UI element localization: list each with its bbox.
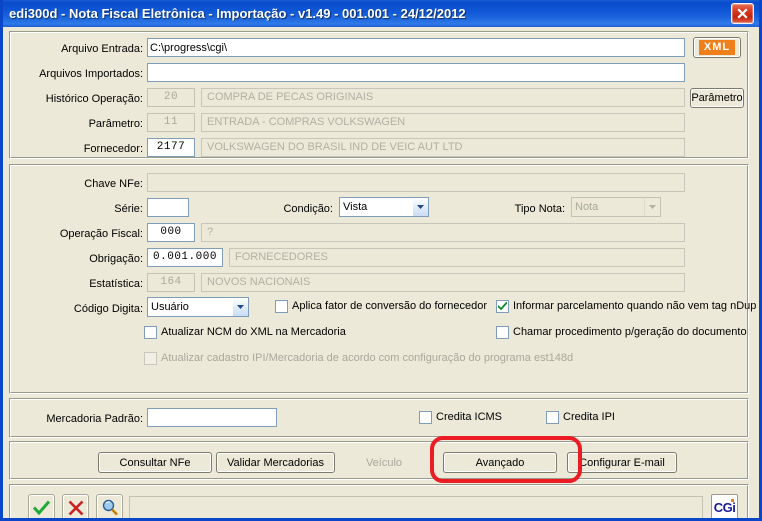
chevron-down-icon[interactable] [232, 298, 248, 316]
select-tipo-nota: Nota [571, 197, 661, 217]
checkbox-box[interactable] [496, 326, 509, 339]
parametro-button[interactable]: Parâmetro [690, 88, 744, 108]
label-chave-nfe: Chave NFe: [84, 178, 143, 190]
checkbox-chamar-procedimento[interactable]: Chamar procedimento p/geração do documen… [496, 326, 747, 339]
input-chave-nfe[interactable] [147, 173, 685, 192]
validar-mercadorias-button[interactable]: Validar Mercadorias [216, 452, 335, 473]
avancado-button[interactable]: Avançado [443, 452, 557, 473]
input-obrigacao-code[interactable]: 0.001.000 [147, 248, 223, 267]
checkbox-atualizar-cadastro-ipi: Atualizar cadastro IPI/Mercadoria de aco… [144, 352, 573, 365]
text-parametro-desc: ENTRADA - COMPRAS VOLKSWAGEN [201, 113, 685, 132]
label-fornecedor: Fornecedor: [83, 143, 143, 155]
checkbox-box [144, 352, 157, 365]
configurar-email-button[interactable]: Configurar E-mail [567, 452, 677, 473]
checkbox-informar-parcelamento[interactable]: Informar parcelamento quando não vem tag… [496, 300, 756, 313]
checkbox-label: Informar parcelamento quando não vem tag… [513, 300, 757, 312]
search-magnifier-icon [102, 499, 118, 516]
text-fornecedor-desc: VOLKSWAGEN DO BRASIL IND DE VEIC AUT LTD [201, 138, 685, 157]
confirm-check-icon [33, 500, 50, 515]
application-window: edi300d - Nota Fiscal Eletrônica - Impor… [0, 0, 762, 521]
input-parametro-code[interactable]: 11 [147, 113, 195, 132]
text-obrigacao-desc: FORNECEDORES [229, 248, 685, 267]
text-historico-operacao-desc: COMPRA DE PECAS ORIGINAIS [201, 88, 685, 107]
checkbox-label: Credita ICMS [436, 411, 503, 423]
veiculo-button: Veículo [339, 452, 429, 473]
input-mercadoria-padrao[interactable] [147, 408, 277, 427]
group-mercadoria: Mercadoria Padrão: Credita ICMS Credita … [9, 398, 749, 438]
xml-button-label: XML [698, 40, 736, 55]
select-condicao[interactable]: Vista [339, 197, 429, 217]
confirm-button[interactable] [28, 494, 55, 518]
cgi-brand-label: CGi [713, 499, 736, 515]
cgi-brand-text: CGi [713, 500, 736, 515]
label-tipo-nota: Tipo Nota: [514, 203, 565, 215]
search-button[interactable] [96, 494, 123, 518]
group-nfe-detail: Chave NFe: Série: Condição: Vista Tipo N… [9, 164, 756, 394]
check-icon [498, 302, 507, 311]
label-historico-operacao: Histórico Operação: [45, 93, 143, 105]
group-file-header: Arquivo Entrada: Arquivos Importados: Hi… [9, 31, 749, 159]
select-condicao-value: Vista [343, 201, 368, 213]
chevron-down-icon-disabled [644, 198, 660, 216]
close-icon [737, 8, 748, 19]
cgi-brand-button[interactable]: CGi [711, 494, 738, 518]
checkbox-box[interactable] [546, 411, 559, 424]
checkbox-credita-ipi[interactable]: Credita IPI [546, 411, 615, 424]
cancel-x-icon [68, 500, 83, 515]
input-operacao-fiscal-code[interactable]: 000 [147, 223, 195, 242]
close-button[interactable] [731, 3, 754, 24]
status-message-field [129, 496, 703, 518]
checkbox-box[interactable] [144, 326, 157, 339]
label-parametro: Parâmetro: [88, 118, 143, 130]
checkbox-box[interactable] [496, 300, 509, 313]
window-title: edi300d - Nota Fiscal Eletrônica - Impor… [9, 6, 466, 21]
select-codigo-digita[interactable]: Usuário [147, 297, 249, 317]
label-arquivos-importados: Arquivos Importados: [39, 68, 143, 80]
input-arquivo-entrada[interactable] [147, 38, 685, 57]
select-tipo-nota-value: Nota [575, 201, 599, 213]
group-statusbar: CGi [9, 484, 749, 518]
text-operacao-fiscal-desc: ? [201, 223, 685, 242]
checkbox-label: Chamar procedimento p/geração do documen… [513, 326, 747, 338]
group-action-buttons: Consultar NFe Validar Mercadorias Veícul… [9, 441, 749, 480]
input-historico-operacao-code[interactable]: 20 [147, 88, 195, 107]
text-estatistica-desc: NOVOS NACIONAIS [201, 273, 685, 292]
checkbox-credita-icms[interactable]: Credita ICMS [419, 411, 502, 424]
label-condicao: Condição: [283, 203, 333, 215]
label-serie: Série: [114, 203, 143, 215]
checkbox-label: Atualizar cadastro IPI/Mercadoria de aco… [161, 352, 574, 364]
checkbox-box[interactable] [419, 411, 432, 424]
title-bar[interactable]: edi300d - Nota Fiscal Eletrônica - Impor… [3, 0, 759, 27]
cgi-accent-dot [731, 499, 735, 502]
label-estatistica: Estatística: [89, 278, 143, 290]
checkbox-label: Atualizar NCM do XML na Mercadoria [161, 326, 346, 338]
input-fornecedor-code[interactable]: 2177 [147, 138, 195, 157]
checkbox-box[interactable] [275, 300, 288, 313]
cancel-button[interactable] [62, 494, 89, 518]
checkbox-label: Aplica fator de conversão do fornecedor [292, 300, 488, 312]
input-estatistica-code[interactable]: 164 [147, 273, 195, 292]
select-codigo-digita-value: Usuário [151, 301, 189, 313]
input-arquivos-importados[interactable] [147, 63, 685, 82]
xml-button[interactable]: XML [693, 37, 741, 58]
checkbox-label: Credita IPI [563, 411, 615, 423]
label-codigo-digita: Código Digita: [73, 303, 143, 315]
label-obrigacao: Obrigação: [89, 253, 143, 265]
label-mercadoria-padrao: Mercadoria Padrão: [46, 413, 143, 425]
chevron-down-icon[interactable] [412, 198, 428, 216]
input-serie[interactable] [147, 198, 189, 217]
label-operacao-fiscal: Operação Fiscal: [59, 228, 143, 240]
label-arquivo-entrada: Arquivo Entrada: [61, 43, 143, 55]
consultar-nfe-button[interactable]: Consultar NFe [98, 452, 212, 473]
checkbox-aplica-fator-conversao[interactable]: Aplica fator de conversão do fornecedor [275, 300, 487, 313]
checkbox-atualizar-ncm-xml[interactable]: Atualizar NCM do XML na Mercadoria [144, 326, 346, 339]
client-area: Arquivo Entrada: Arquivos Importados: Hi… [3, 27, 759, 518]
